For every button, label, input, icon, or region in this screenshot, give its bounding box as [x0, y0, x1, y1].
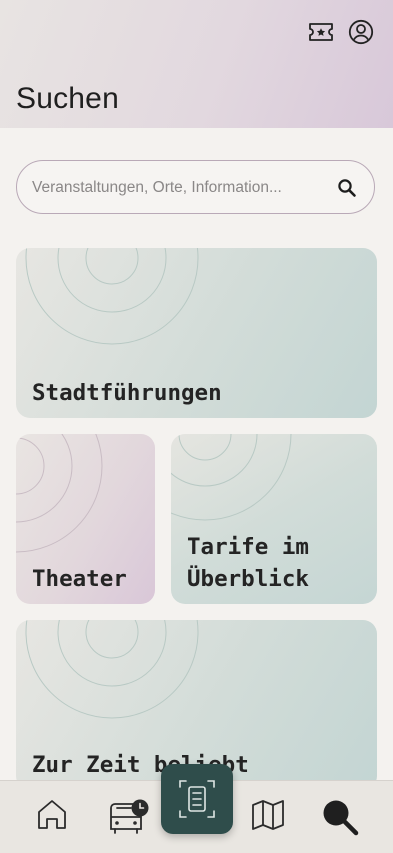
scan-ticket-button[interactable]: [161, 764, 233, 834]
search-input[interactable]: Veranstaltungen, Orte, Information...: [16, 160, 375, 214]
nav-bus-schedule[interactable]: [98, 781, 154, 853]
page-title: Suchen: [16, 82, 119, 115]
scan-ticket-icon: [179, 780, 215, 818]
card-label-fares: Tarife im Überblick: [187, 534, 309, 592]
header: Suchen: [0, 0, 393, 128]
search-icon: [323, 800, 359, 836]
nav-search[interactable]: [313, 781, 369, 853]
bus-schedule-icon: [110, 799, 149, 834]
category-card-theater[interactable]: Theater: [16, 434, 155, 604]
card-label-theater: Theater: [32, 566, 127, 592]
category-card-fares[interactable]: Tarife im Überblick: [171, 434, 377, 604]
nav-home[interactable]: [24, 781, 80, 853]
search-icon[interactable]: [336, 177, 358, 199]
category-card-city-tours[interactable]: Stadtführungen: [16, 248, 377, 418]
search-placeholder[interactable]: Veranstaltungen, Orte, Information...: [32, 179, 327, 197]
card-label-city-tours: Stadtführungen: [32, 380, 222, 406]
home-icon: [38, 800, 66, 829]
user-circle-icon[interactable]: [347, 18, 375, 46]
map-icon: [252, 800, 284, 830]
ticket-star-icon[interactable]: [307, 18, 335, 46]
nav-map[interactable]: [240, 781, 296, 853]
